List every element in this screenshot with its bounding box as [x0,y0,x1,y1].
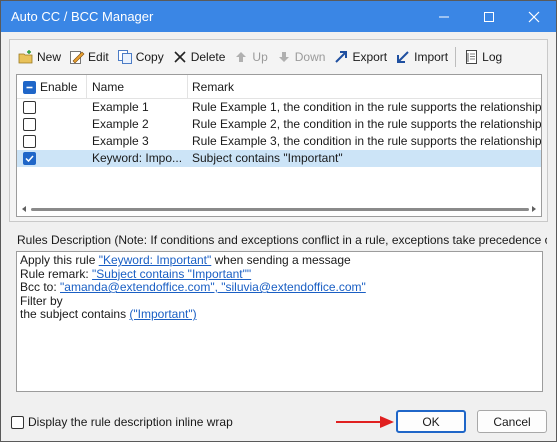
export-button[interactable]: Export [329,45,391,69]
minimize-button[interactable] [421,1,466,32]
export-icon [333,49,349,65]
edit-label: Edit [88,50,109,64]
down-label: Down [294,50,326,64]
desc-line-bcc: Bcc to: "amanda@extendoffice.com", "silu… [20,280,366,294]
down-arrow-icon [276,49,292,65]
edit-icon [69,49,85,65]
rules-panel: New Edit Copy Delete Up Down Export Impo… [9,39,548,222]
delete-x-icon [172,49,188,65]
enable-header-label: Enable [40,80,78,94]
toolbar: New Edit Copy Delete Up Down Export Impo… [14,44,506,70]
rules-list[interactable]: Enable Name Remark Example 1 Rule Exampl… [16,74,542,217]
desc-line-apply: Apply this rule "Keyword: Important" whe… [20,253,351,267]
rules-description-label: Rules Description (Note: If conditions a… [17,233,547,247]
new-button[interactable]: New [14,45,65,69]
maximize-button[interactable] [466,1,511,32]
close-button[interactable] [511,1,556,32]
import-button[interactable]: Import [391,45,452,69]
minimize-icon [438,16,449,17]
scroll-left-icon[interactable] [20,205,28,213]
table-row[interactable]: Example 3 Rule Example 3, the condition … [17,133,541,150]
red-arrow-annotation [336,416,394,428]
row-name: Example 2 [92,117,149,131]
up-label: Up [252,50,268,64]
row-enable-checkbox[interactable] [23,152,36,165]
enable-column-header[interactable]: Enable [23,75,77,99]
name-column-header[interactable]: Name [92,75,124,99]
inline-wrap-label: Display the rule description inline wrap [28,415,233,429]
log-button[interactable]: Log [459,45,506,69]
row-remark: Rule Example 3, the condition in the rul… [192,134,541,148]
select-all-checkbox[interactable] [23,80,36,94]
table-row[interactable]: Example 1 Rule Example 1, the condition … [17,99,541,116]
row-enable-checkbox[interactable] [23,101,36,114]
import-label: Import [414,50,449,64]
export-label: Export [352,50,388,64]
delete-button[interactable]: Delete [168,45,230,69]
row-name: Example 1 [92,100,149,114]
row-remark: Rule Example 2, the condition in the rul… [192,117,541,131]
row-enable-checkbox[interactable] [23,135,36,148]
ok-button[interactable]: OK [396,410,466,433]
bcc-recipients-link[interactable]: "amanda@extendoffice.com", "siluvia@exte… [60,280,366,294]
horizontal-scrollbar[interactable] [17,202,541,216]
new-folder-icon [18,49,34,65]
copy-icon [117,49,133,65]
copy-button[interactable]: Copy [113,45,168,69]
log-icon [463,49,479,65]
delete-label: Delete [190,50,226,64]
close-icon [528,11,539,22]
import-icon [395,49,411,65]
cancel-button[interactable]: Cancel [477,410,547,433]
desc-line-filter: Filter by [20,293,63,308]
scrollbar-thumb[interactable] [31,208,529,211]
inline-wrap-option[interactable]: Display the rule description inline wrap [11,415,233,429]
scroll-right-icon[interactable] [530,205,538,213]
desc-line-subject: the subject contains ("Important") [20,307,197,321]
table-row[interactable]: Example 2 Rule Example 2, the condition … [17,116,541,133]
up-arrow-icon [233,49,249,65]
copy-label: Copy [135,50,164,64]
desc-line-remark: Rule remark: "Subject contains "Importan… [20,266,252,281]
dialog-window: Auto CC / BCC Manager New Edit Copy Dele… [0,0,557,442]
list-header: Enable Name Remark [17,75,541,99]
toolbar-separator [455,47,457,67]
rule-name-link[interactable]: "Keyword: Important" [99,253,212,267]
rule-remark-link[interactable]: "Subject contains "Important"" [92,267,251,281]
new-label: New [37,50,62,64]
checkmark-icon [25,155,34,163]
row-enable-checkbox[interactable] [23,118,36,131]
row-remark: Rule Example 1, the condition in the rul… [192,100,541,114]
maximize-icon [483,11,494,22]
up-button[interactable]: Up [229,45,271,69]
down-button[interactable]: Down [272,45,330,69]
edit-button[interactable]: Edit [65,45,113,69]
window-title: Auto CC / BCC Manager [11,9,154,24]
subject-keyword-link[interactable]: ("Important") [129,307,196,321]
title-bar[interactable]: Auto CC / BCC Manager [1,1,556,32]
column-divider[interactable] [187,75,188,99]
row-name: Example 3 [92,134,149,148]
rules-description-box: Apply this rule "Keyword: Important" whe… [16,251,543,392]
inline-wrap-checkbox[interactable] [11,415,24,429]
table-row-selected[interactable]: Keyword: Impo... Subject contains "Impor… [17,150,541,167]
remark-column-header[interactable]: Remark [192,75,234,99]
row-name: Keyword: Impo... [92,151,183,165]
column-divider[interactable] [86,75,87,99]
row-remark: Subject contains "Important" [192,151,343,165]
log-label: Log [482,50,503,64]
